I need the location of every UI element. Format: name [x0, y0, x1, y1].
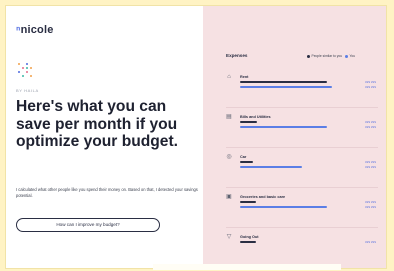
- left-panel: ⁿnicole BY HAILA Here's what you can sav…: [6, 6, 203, 268]
- legend-you-label: You: [349, 54, 356, 58]
- cart-icon: ▣: [226, 194, 232, 200]
- avatar-dot: [30, 67, 32, 69]
- avatar-dot: [22, 67, 24, 69]
- improve-budget-button[interactable]: How can I improve my budget?: [16, 218, 160, 232]
- intro-paragraph: I calculated what other people like you …: [16, 187, 198, 199]
- people-value: ¥¥¥ ¥¥¥: [365, 120, 376, 124]
- category-name: Bills and Utilities: [240, 115, 271, 119]
- avatar-dot: [18, 63, 20, 65]
- you-bar: [240, 126, 328, 128]
- people-value: ¥¥¥ ¥¥¥: [365, 200, 376, 204]
- logo-text: nicole: [20, 24, 54, 36]
- byline: BY HAILA: [16, 88, 39, 93]
- people-value: ¥¥¥ ¥¥¥: [365, 160, 376, 164]
- people-bar: [240, 161, 254, 163]
- expenses-title: Expenses: [226, 53, 248, 58]
- category-name: Car: [240, 155, 247, 159]
- category-name: Groceries and basic care: [240, 195, 286, 199]
- legend-people-label: People similar to you: [311, 54, 343, 58]
- brand-logo[interactable]: ⁿnicole: [16, 24, 54, 36]
- legend-you-swatch: [345, 54, 349, 58]
- page-headline: Here's what you can save per month if yo…: [16, 98, 178, 151]
- divider: [226, 147, 378, 148]
- avatar-dot: [30, 75, 32, 77]
- people-value: ¥¥¥ ¥¥¥: [365, 240, 376, 244]
- people-bar: [240, 241, 256, 243]
- avatar-dot: [18, 71, 20, 73]
- you-bar: [240, 166, 302, 168]
- legend-people-swatch: [307, 54, 310, 58]
- category-name: Rent: [240, 75, 249, 79]
- you-value: ¥¥¥ ¥¥¥: [365, 125, 376, 129]
- people-bar: [240, 201, 256, 203]
- people-bar: [240, 81, 328, 83]
- avatar-dot: [26, 63, 28, 65]
- avatar-dot: [26, 71, 28, 73]
- app-window: ⁿnicole BY HAILA Here's what you can sav…: [6, 6, 386, 268]
- legend: People similar to you You: [305, 54, 355, 58]
- people-bar: [240, 121, 257, 123]
- avatar-dot: [26, 67, 28, 69]
- next-section-peek: [153, 264, 341, 270]
- you-bar: [240, 86, 332, 88]
- glass-icon: ▽: [226, 234, 232, 240]
- assistant-avatar-icon: [16, 62, 34, 80]
- avatar-dot: [22, 75, 24, 77]
- receipt-icon: ▤: [226, 114, 232, 120]
- divider: [226, 107, 378, 108]
- expenses-panel: [203, 6, 386, 268]
- car-icon: ◎: [226, 154, 232, 160]
- you-value: ¥¥¥ ¥¥¥: [365, 165, 376, 169]
- you-value: ¥¥¥ ¥¥¥: [365, 205, 376, 209]
- you-bar: [240, 206, 328, 208]
- home-icon: ⌂: [227, 74, 231, 80]
- divider: [226, 187, 378, 188]
- divider: [226, 227, 378, 228]
- you-value: ¥¥¥ ¥¥¥: [365, 85, 376, 89]
- people-value: ¥¥¥ ¥¥¥: [365, 80, 376, 84]
- category-name: Going Out: [240, 235, 259, 239]
